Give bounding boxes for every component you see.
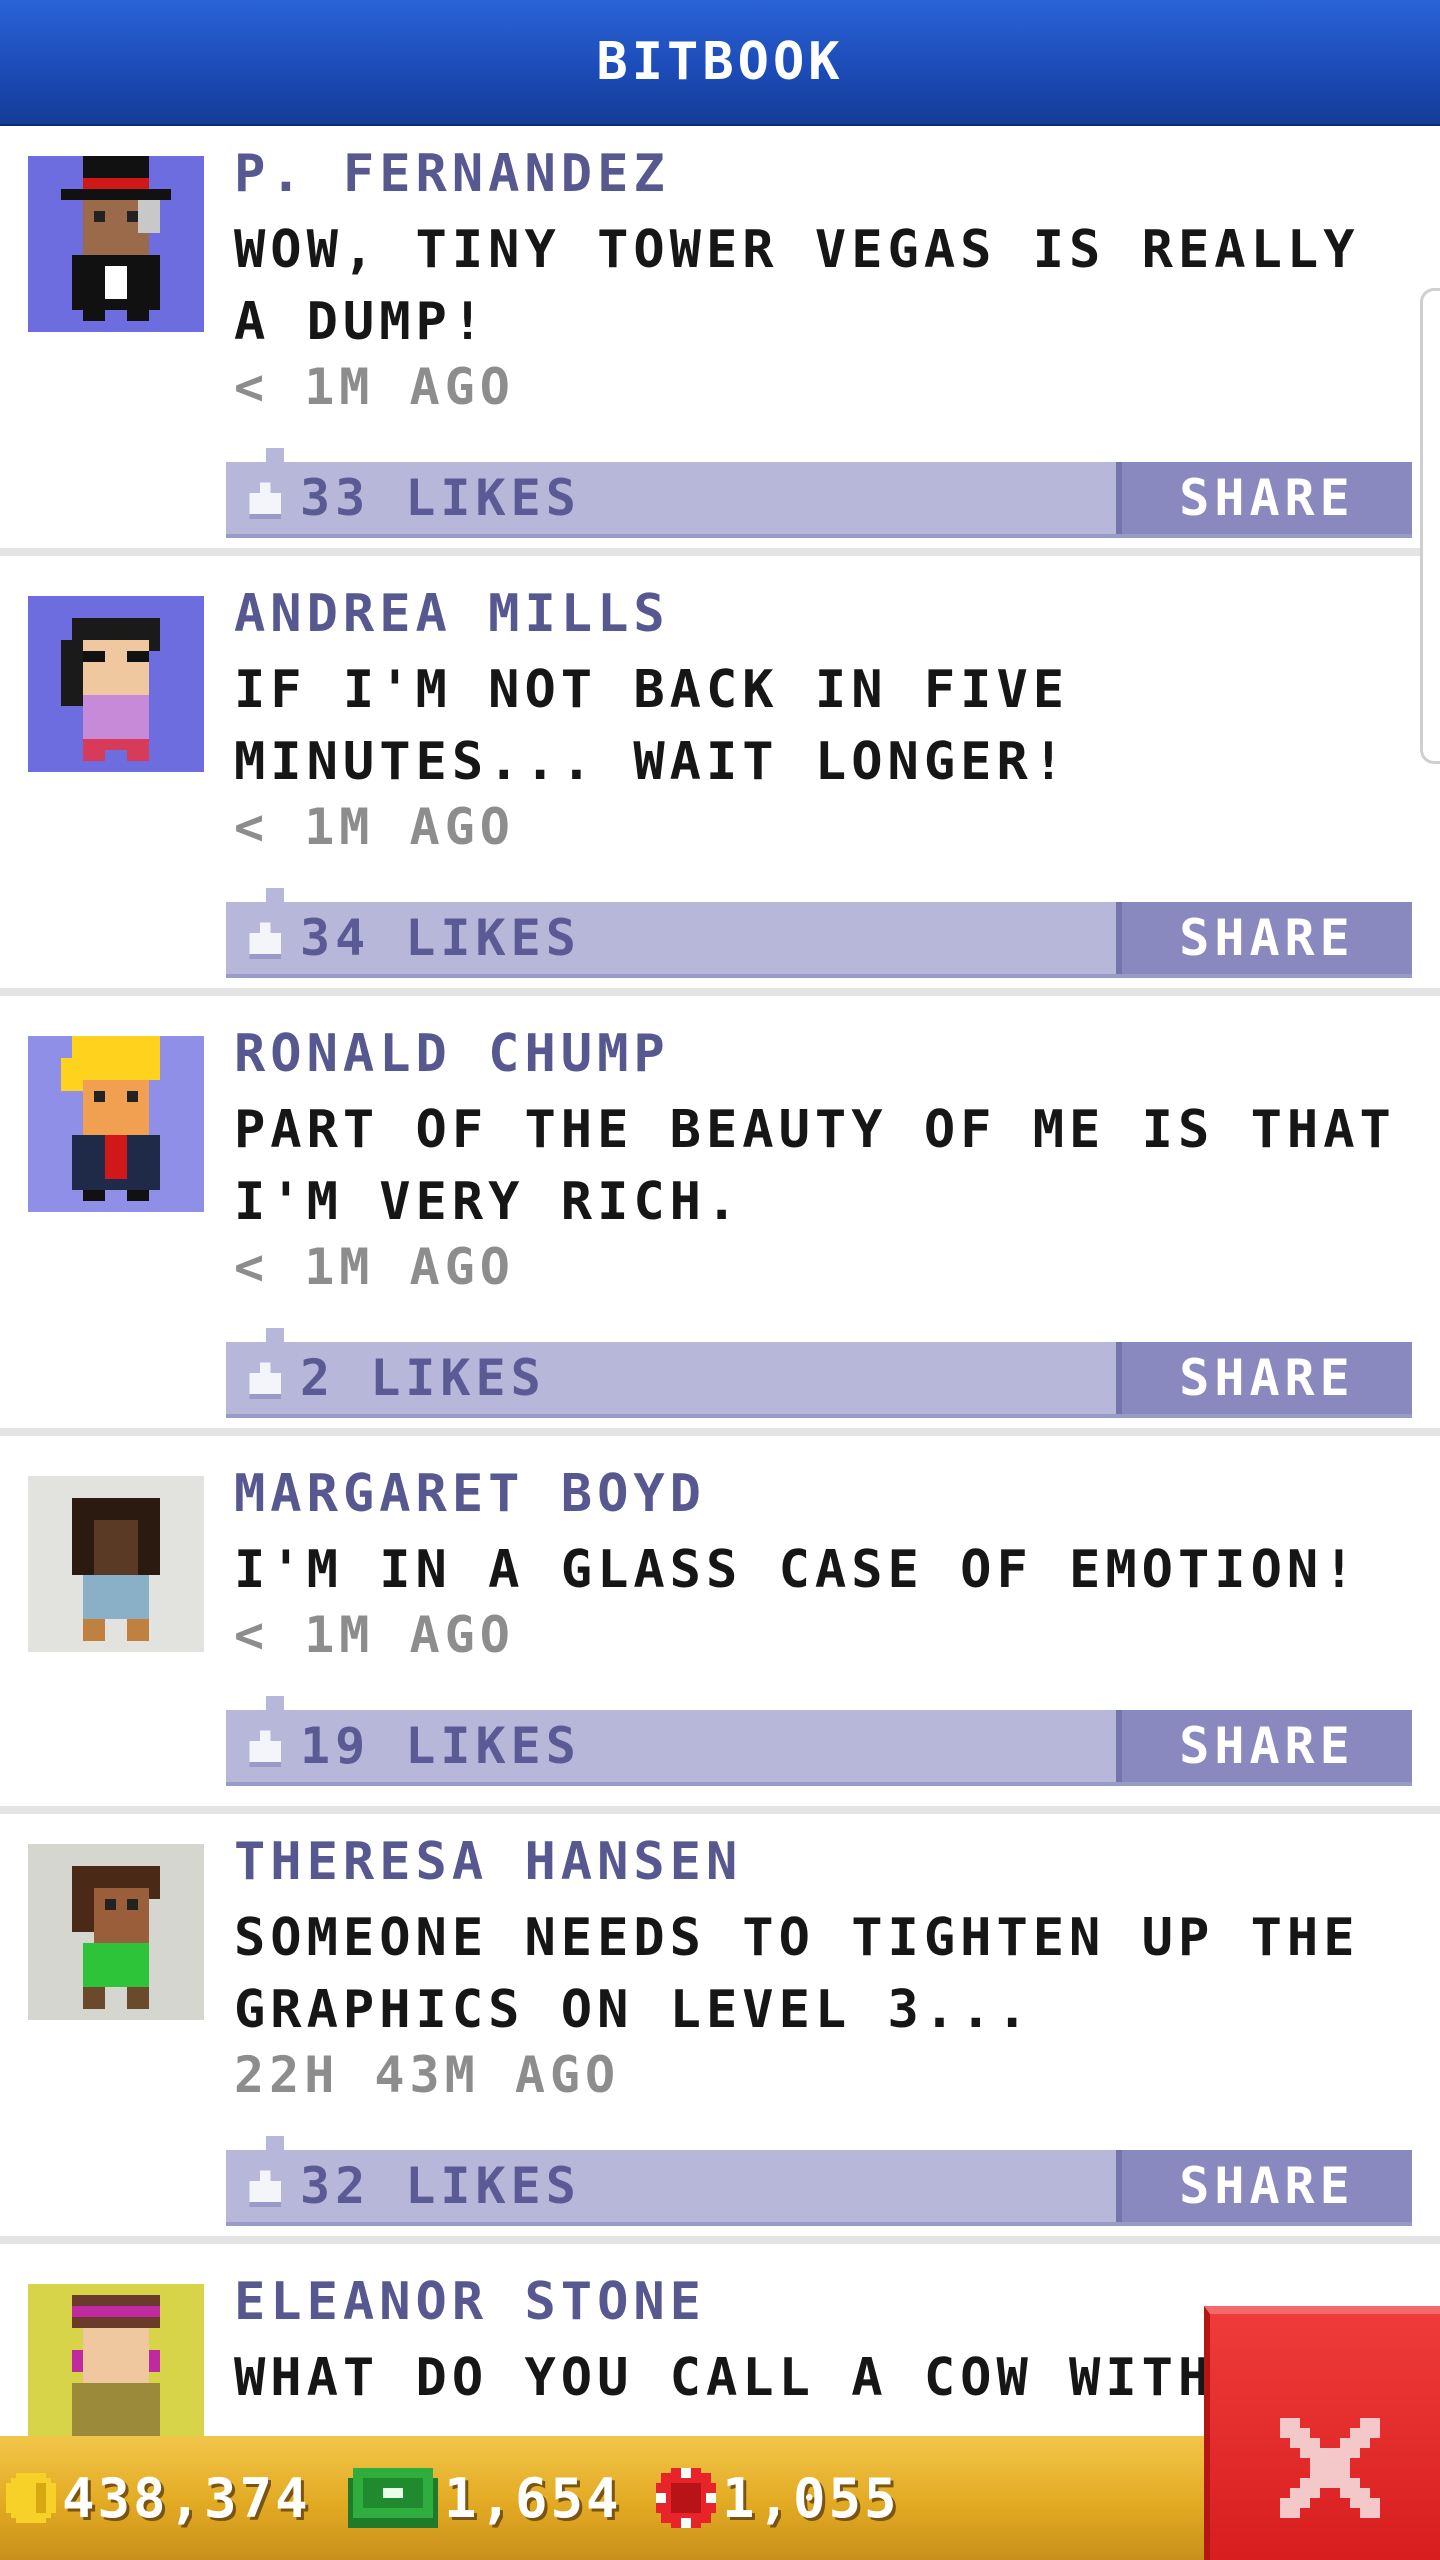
avatar[interactable] — [28, 1476, 204, 1652]
like-bar: 34 LIKES SHARE — [226, 888, 1412, 978]
thumbs-up-icon — [249, 1730, 281, 1767]
post-author: P. FERNANDEZ — [234, 144, 670, 204]
post-item: P. FERNANDEZ WOW, TINY TOWER VEGAS IS RE… — [0, 126, 1440, 556]
app-title: BITBOOK — [596, 32, 844, 92]
likes-count: 32 LIKES — [300, 2157, 581, 2215]
avatar[interactable] — [28, 596, 204, 772]
share-button[interactable]: SHARE — [1116, 902, 1412, 974]
bux-stat: 1,654 — [348, 2436, 622, 2560]
post-item: ANDREA MILLS IF I'M NOT BACK IN FIVE MIN… — [0, 566, 1440, 996]
share-button[interactable]: SHARE — [1116, 462, 1412, 534]
post-time: < 1M AGO — [234, 358, 515, 416]
post-time: 22H 43M AGO — [234, 2046, 621, 2104]
thumbs-up-icon — [249, 2170, 281, 2207]
like-button[interactable]: 32 LIKES — [226, 2150, 581, 2222]
post-divider — [0, 1428, 1440, 1436]
post-feed[interactable]: P. FERNANDEZ WOW, TINY TOWER VEGAS IS RE… — [0, 126, 1440, 2436]
bux-value: 1,654 — [444, 2466, 622, 2530]
post-time: < 1M AGO — [234, 1238, 515, 1296]
post-message: PART OF THE BEAUTY OF ME IS THAT I'M VER… — [234, 1100, 1396, 1232]
thumbs-up-icon — [249, 1362, 281, 1399]
post-item: RONALD CHUMP PART OF THE BEAUTY OF ME IS… — [0, 1006, 1440, 1436]
like-button[interactable]: 34 LIKES — [226, 902, 581, 974]
coins-value: 438,374 — [62, 2466, 311, 2530]
thumbs-up-icon — [249, 922, 281, 959]
close-button[interactable] — [1204, 2306, 1440, 2560]
like-bar: 19 LIKES SHARE — [226, 1696, 1412, 1786]
post-time: < 1M AGO — [234, 1606, 515, 1664]
post-author: ELEANOR STONE — [234, 2272, 706, 2332]
like-bar: 32 LIKES SHARE — [226, 2136, 1412, 2226]
post-author: RONALD CHUMP — [234, 1024, 670, 1084]
like-button[interactable]: 19 LIKES — [226, 1710, 581, 1782]
like-button[interactable]: 33 LIKES — [226, 462, 581, 534]
like-bar-notch — [266, 1696, 284, 1710]
share-button[interactable]: SHARE — [1116, 1710, 1412, 1782]
post-divider — [0, 1806, 1440, 1814]
post-divider — [0, 988, 1440, 996]
post-message: IF I'M NOT BACK IN FIVE MINUTES... WAIT … — [234, 660, 1070, 792]
post-message: I'M IN A GLASS CASE OF EMOTION! — [234, 1540, 1360, 1600]
chips-value: 1,055 — [722, 2466, 900, 2530]
post-message: WOW, TINY TOWER VEGAS IS REALLY A DUMP! — [234, 220, 1360, 352]
like-bar-notch — [266, 448, 284, 462]
post-divider — [0, 548, 1440, 556]
coin-icon — [6, 2473, 56, 2523]
post-item: MARGARET BOYD I'M IN A GLASS CASE OF EMO… — [0, 1446, 1440, 1814]
avatar[interactable] — [28, 156, 204, 332]
share-button[interactable]: SHARE — [1116, 1342, 1412, 1414]
share-button[interactable]: SHARE — [1116, 2150, 1412, 2222]
like-bar-notch — [266, 2136, 284, 2150]
post-time: < 1M AGO — [234, 798, 515, 856]
like-bar: 33 LIKES SHARE — [226, 448, 1412, 538]
avatar[interactable] — [28, 1844, 204, 2020]
bux-icon — [348, 2468, 438, 2528]
likes-count: 2 LIKES — [300, 1349, 546, 1407]
post-author: ANDREA MILLS — [234, 584, 670, 644]
coins-stat: 438,374 — [6, 2436, 311, 2560]
post-divider — [0, 2236, 1440, 2244]
post-item: THERESA HANSEN SOMEONE NEEDS TO TIGHTEN … — [0, 1814, 1440, 2244]
like-button[interactable]: 2 LIKES — [226, 1342, 546, 1414]
avatar[interactable] — [28, 2284, 204, 2436]
scroll-indicator[interactable] — [1420, 288, 1440, 764]
likes-count: 34 LIKES — [300, 909, 581, 967]
likes-count: 19 LIKES — [300, 1717, 581, 1775]
avatar[interactable] — [28, 1036, 204, 1212]
post-message: SOMEONE NEEDS TO TIGHTEN UP THE GRAPHICS… — [234, 1908, 1360, 2040]
chip-icon — [656, 2468, 716, 2528]
thumbs-up-icon — [249, 482, 281, 519]
like-bar-notch — [266, 888, 284, 902]
close-icon — [1280, 2418, 1380, 2518]
post-author: THERESA HANSEN — [234, 1832, 743, 1892]
post-author: MARGARET BOYD — [234, 1464, 706, 1524]
likes-count: 33 LIKES — [300, 469, 581, 527]
app-header: BITBOOK — [0, 0, 1440, 126]
chips-stat: 1,055 — [656, 2436, 900, 2560]
like-bar: 2 LIKES SHARE — [226, 1328, 1412, 1418]
like-bar-notch — [266, 1328, 284, 1342]
